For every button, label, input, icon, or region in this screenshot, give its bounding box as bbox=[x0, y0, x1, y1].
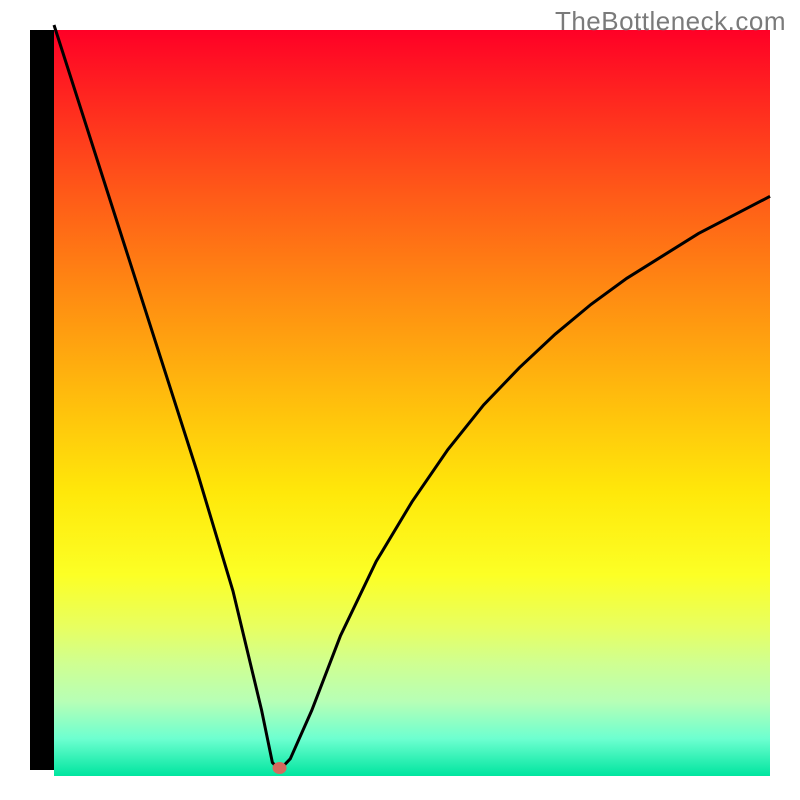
curve-line bbox=[54, 25, 770, 770]
bottleneck-curve bbox=[54, 30, 770, 776]
chart-plot-area bbox=[54, 30, 770, 776]
chart-root: TheBottleneck.com bbox=[0, 0, 800, 800]
watermark-label: TheBottleneck.com bbox=[555, 6, 786, 37]
minimum-point-dot bbox=[273, 762, 287, 774]
